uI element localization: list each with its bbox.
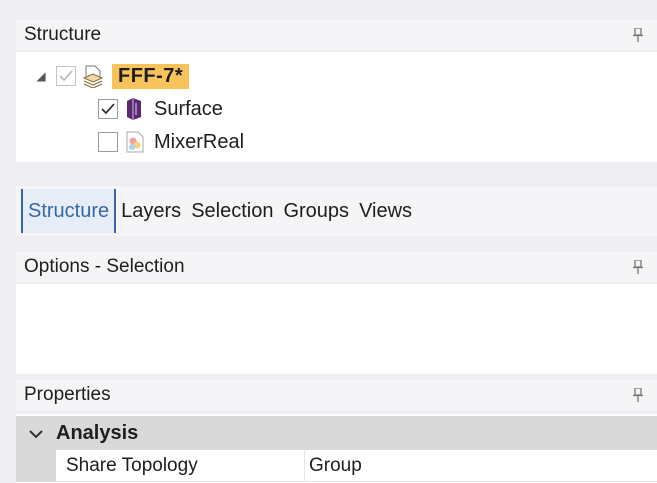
property-category-label: Analysis [56,421,139,444]
tree-node-mixerreal[interactable]: MixerReal [98,128,244,156]
design-icon [82,64,104,89]
tab-structure[interactable]: Structure [21,189,117,233]
tree-node-root[interactable]: ◢ FFF-7* [32,62,190,90]
tab-selection[interactable]: Selection [186,189,278,233]
structure-pane-title: Structure [24,24,102,45]
panel-tab-strip: Structure Layers Selection Groups Views [16,186,657,236]
tree-checkbox-root[interactable] [56,66,76,86]
property-row[interactable]: Share Topology Group [16,450,657,482]
tree-checkbox-mixerreal[interactable] [98,132,118,152]
mixer-body-icon [124,130,146,154]
tab-views[interactable]: Views [354,189,417,233]
properties-pane-title: Properties [24,384,111,405]
structure-pane-header: Structure [16,20,657,50]
pin-icon[interactable] [631,20,645,50]
property-category-analysis[interactable]: Analysis [16,416,657,450]
options-pane-body [16,284,657,374]
property-row-gutter [16,450,56,482]
chevron-down-icon[interactable] [16,422,56,445]
tab-layers[interactable]: Layers [116,189,186,233]
tree-node-root-label[interactable]: FFF-7* [112,63,190,89]
options-pane-title: Options - Selection [24,256,185,277]
options-pane-header: Options - Selection [16,252,657,282]
surface-body-icon [124,97,146,121]
tree-node-surface[interactable]: Surface [98,95,223,123]
tree-node-label[interactable]: MixerReal [154,131,244,154]
properties-pane-header: Properties [16,380,657,410]
property-name: Share Topology [56,450,304,482]
pin-icon[interactable] [631,252,645,282]
tree-node-label[interactable]: Surface [154,98,223,121]
property-value[interactable]: Group [304,450,657,482]
expand-triangle-icon[interactable]: ◢ [32,67,50,85]
tree-checkbox-surface[interactable] [98,99,118,119]
structure-tree: ◢ FFF-7* Surface MixerReal [16,52,657,162]
tab-groups[interactable]: Groups [278,189,354,233]
pin-icon[interactable] [631,380,645,410]
property-grid: Analysis Share Topology Group [16,414,657,483]
